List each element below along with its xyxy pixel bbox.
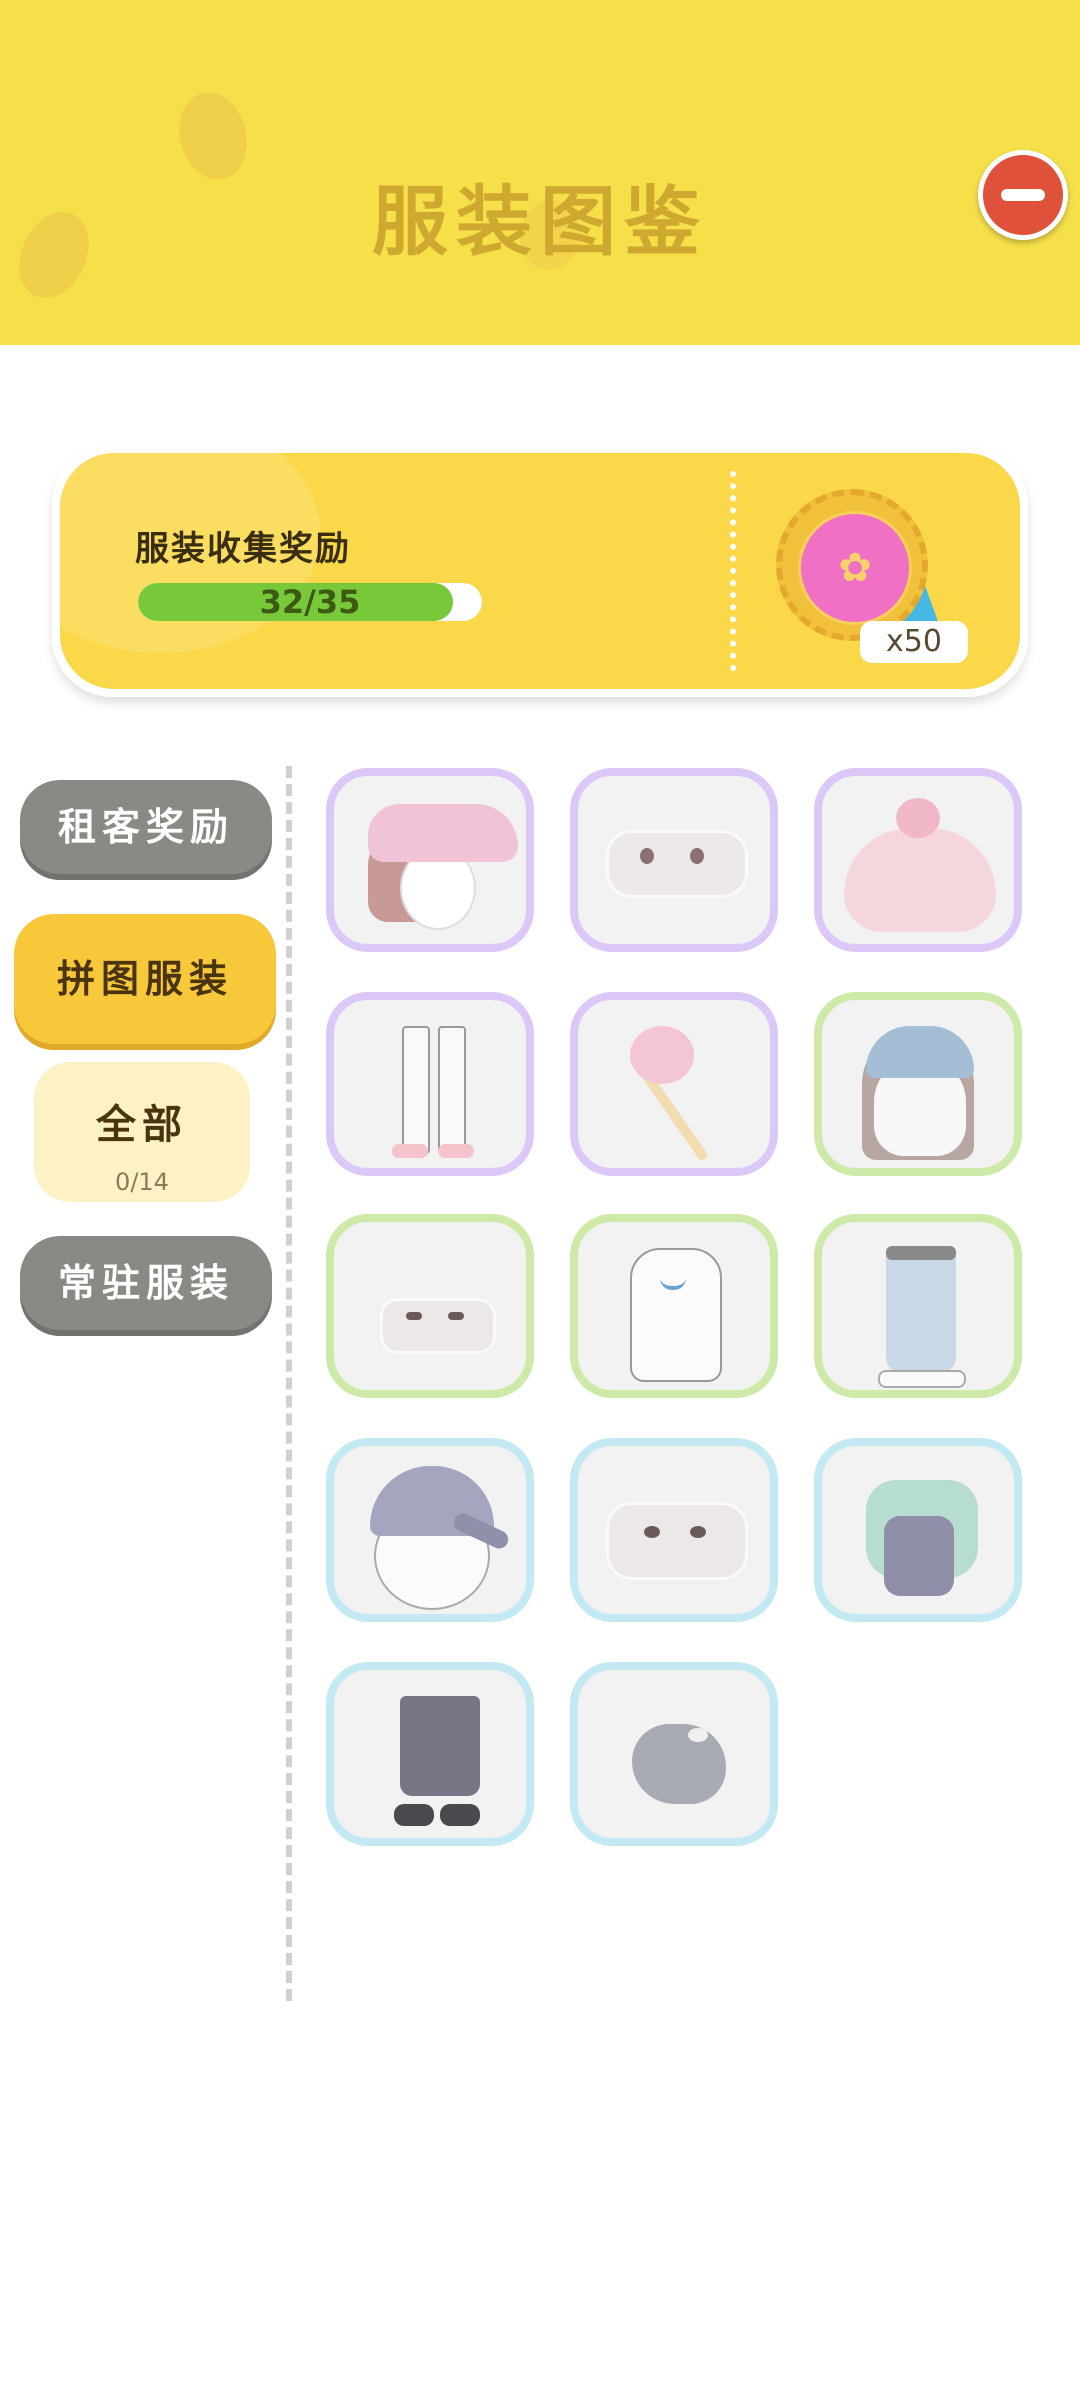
bag-clasp-icon [688, 1728, 708, 1742]
costume-item-cap[interactable] [326, 1438, 534, 1622]
shirt-icon [630, 1248, 722, 1382]
eye-icon [640, 848, 654, 864]
divider [730, 471, 736, 671]
shoe-icon [394, 1804, 434, 1826]
page-title: 服装图鉴 [372, 177, 708, 266]
sidebar-item-permanent-costume[interactable]: 常驻服装 [20, 1236, 272, 1330]
leg-icon [438, 1026, 466, 1154]
dress-icon [844, 828, 996, 932]
reward-label: 服装收集奖励 [135, 529, 351, 569]
costume-item-dress[interactable] [814, 768, 1022, 952]
bow-icon [896, 798, 940, 838]
eye-icon [644, 1526, 660, 1538]
hood-icon [866, 1026, 974, 1078]
face-icon [380, 1298, 496, 1354]
medal-emblem-icon: ✿ [798, 511, 912, 625]
section-divider [286, 766, 292, 2001]
sidebar-subitem-all[interactable]: 全部 0/14 [34, 1062, 250, 1202]
sidebar-item-label: 常驻服装 [57, 1261, 234, 1305]
sidebar-item-label: 拼图服装 [56, 957, 233, 1001]
sidebar-item-puzzle-costume[interactable]: 拼图服装 [14, 914, 276, 1044]
waistband-icon [886, 1246, 956, 1260]
eye-icon [448, 1312, 464, 1320]
progress-text: 32/35 [259, 583, 361, 621]
costume-item-hair[interactable] [814, 992, 1022, 1176]
sidebar-item-label: 租客奖励 [57, 805, 234, 849]
leg-icon [402, 1026, 430, 1154]
costume-item-pants[interactable] [814, 1214, 1022, 1398]
costume-item-face[interactable] [570, 768, 778, 952]
sidebar-item-tenant-reward[interactable]: 租客奖励 [20, 780, 272, 874]
dress-icon [884, 1516, 954, 1596]
medal-count: x50 [860, 621, 968, 663]
subitem-label: 全部 [96, 1102, 188, 1148]
shoe-icon [878, 1370, 966, 1388]
subitem-count: 0/14 [115, 1168, 169, 1196]
close-button[interactable] [978, 150, 1068, 240]
costume-item-face[interactable] [326, 1214, 534, 1398]
minus-icon [1001, 189, 1045, 201]
costume-item-bag[interactable] [570, 1662, 778, 1846]
costume-item-hat-hair[interactable] [326, 768, 534, 952]
eye-icon [690, 848, 704, 864]
pants-icon [400, 1696, 480, 1796]
costume-item-wand[interactable] [570, 992, 778, 1176]
medal-icon[interactable]: ✿ [776, 489, 928, 641]
collection-progress-bar: 32/35 [138, 583, 482, 621]
eye-icon [406, 1312, 422, 1320]
header: 服装图鉴 [0, 0, 1080, 345]
face-icon [606, 1502, 748, 1580]
wand-stick-icon [641, 1070, 709, 1162]
bag-icon [632, 1724, 726, 1804]
costume-item-outfit[interactable] [814, 1438, 1022, 1622]
eye-icon [690, 1526, 706, 1538]
costume-item-face[interactable] [570, 1438, 778, 1622]
shoe-icon [438, 1144, 474, 1158]
costume-item-shirt[interactable] [570, 1214, 778, 1398]
costume-item-pants[interactable] [326, 992, 534, 1176]
hat-icon [368, 804, 518, 862]
shoe-icon [392, 1144, 428, 1158]
collection-reward-card[interactable]: 服装收集奖励 32/35 ✿ x50 [52, 445, 1028, 697]
shoe-icon [440, 1804, 480, 1826]
wand-head-icon [630, 1026, 694, 1084]
pants-icon [886, 1246, 956, 1372]
face-icon [606, 830, 748, 898]
reward-card-inner: 服装收集奖励 32/35 ✿ x50 [60, 453, 1020, 689]
costume-item-pants[interactable] [326, 1662, 534, 1846]
